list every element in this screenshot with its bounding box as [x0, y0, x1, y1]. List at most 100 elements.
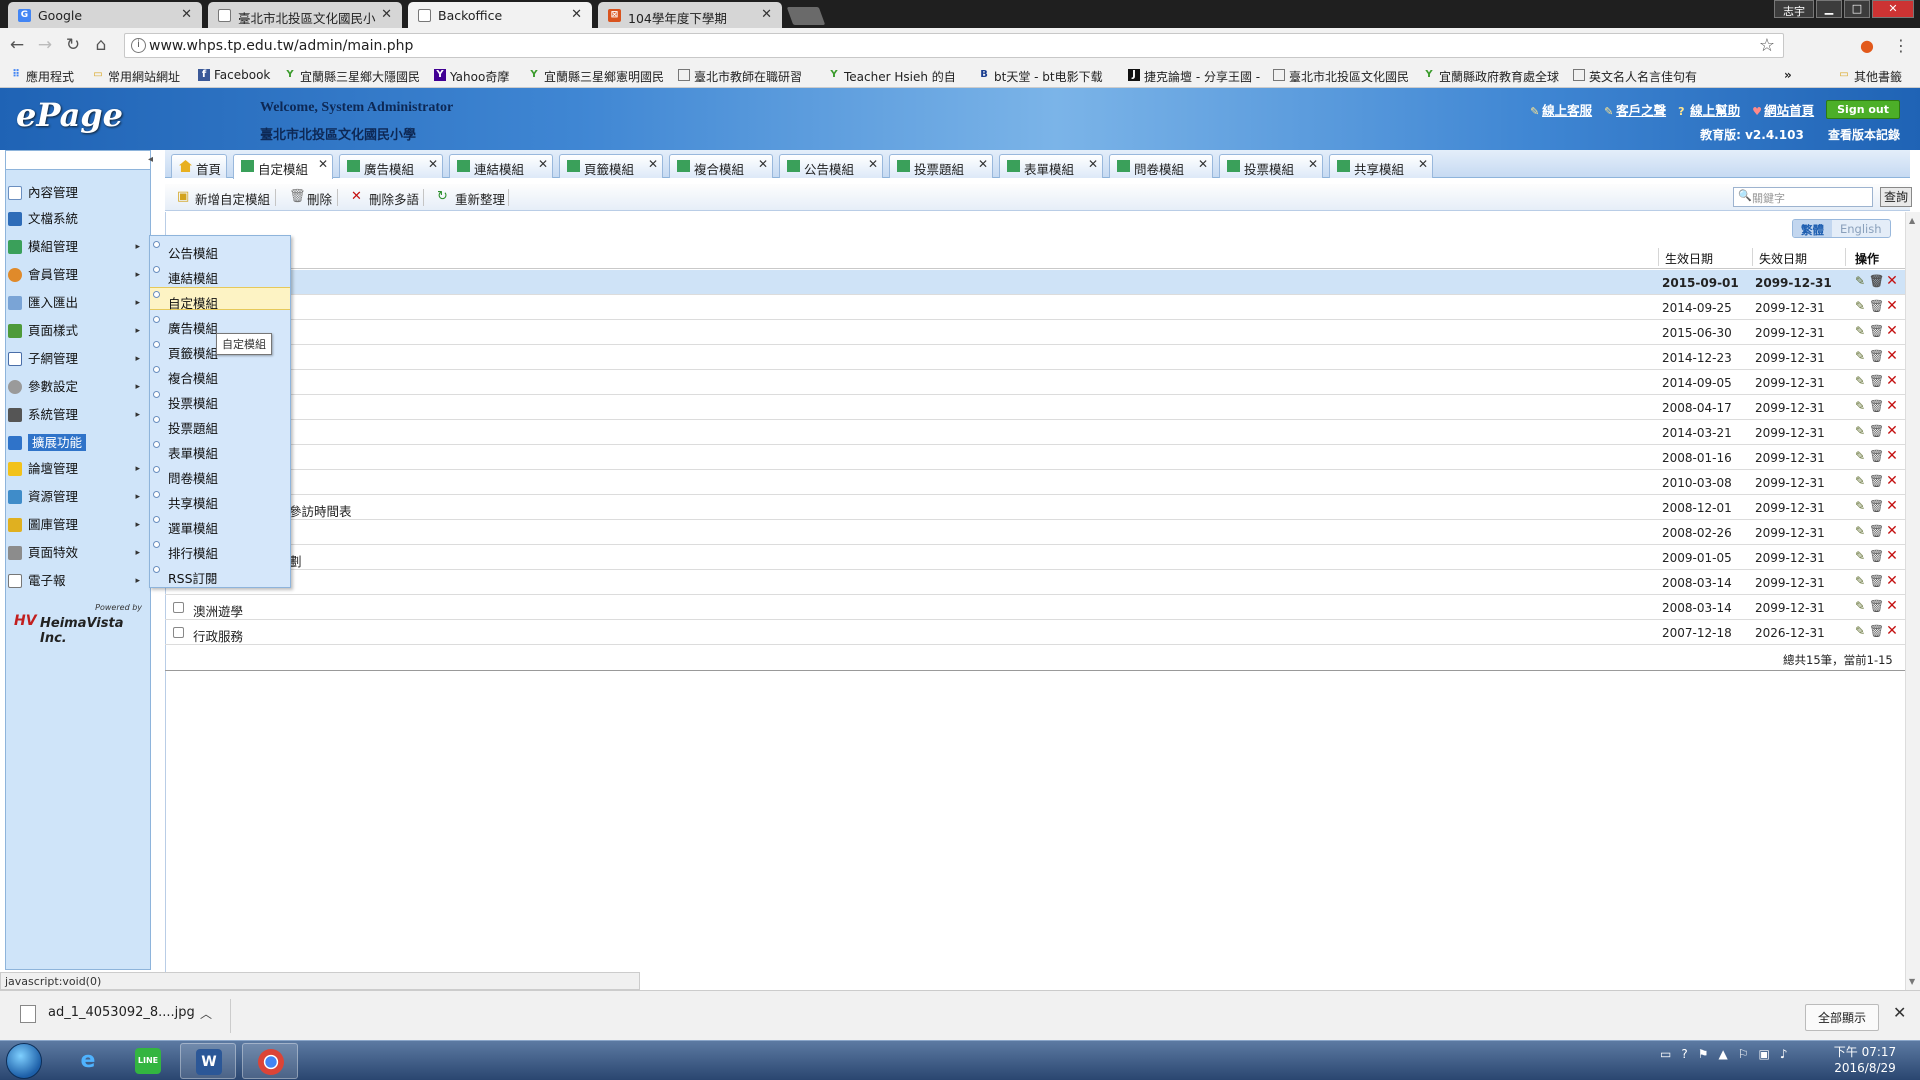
sidebar-item-documents[interactable]: 文檔系統	[8, 208, 142, 230]
tab-announcement-module[interactable]: 公告模組 ✕	[779, 154, 883, 178]
delete-button[interactable]: 🗑 刪除	[289, 189, 332, 208]
close-window-button[interactable]: ✕	[1872, 0, 1914, 18]
bookmark-star-icon[interactable]: ☆	[1759, 35, 1775, 56]
tab-page-module[interactable]: 頁籤模組 ✕	[559, 154, 663, 178]
tab-link-module[interactable]: 連結模組 ✕	[449, 154, 553, 178]
close-icon[interactable]: ✕	[978, 157, 988, 171]
table-row[interactable]: 劃 2009-01-05 2099-12-31 ✎ 🗑 ✕	[165, 545, 1905, 570]
sidebar-item-resources[interactable]: 資源管理 ▸	[8, 486, 142, 508]
trash-icon[interactable]: 🗑	[1869, 524, 1884, 539]
trash-icon[interactable]: 🗑	[1869, 599, 1884, 614]
delete-x-icon[interactable]: ✕	[1885, 399, 1899, 414]
scroll-up-icon[interactable]: ▲	[1909, 216, 1915, 225]
sidebar-item-parameters[interactable]: 參數設定 ▸	[8, 376, 142, 398]
forward-icon[interactable]: →	[34, 34, 56, 56]
submenu-item[interactable]: 選單模組	[150, 513, 290, 536]
keyboard-icon[interactable]: ▭	[1660, 1047, 1671, 1061]
show-hidden-icons-icon[interactable]: ▲	[1718, 1047, 1727, 1061]
more-bookmarks-chevron-icon[interactable]: »	[1784, 68, 1792, 82]
table-row[interactable]: 澳洲遊學 2008-03-14 2099-12-31 ✎ 🗑 ✕	[165, 595, 1905, 620]
edit-icon[interactable]: ✎	[1853, 299, 1867, 314]
edit-icon[interactable]: ✎	[1853, 524, 1867, 539]
submenu-item[interactable]: 表單模組	[150, 438, 290, 461]
sidebar-item-forum[interactable]: 論壇管理 ▸	[8, 458, 142, 480]
delete-x-icon[interactable]: ✕	[1885, 524, 1899, 539]
trash-icon[interactable]: 🗑	[1869, 549, 1884, 564]
delete-x-icon[interactable]: ✕	[1885, 349, 1899, 364]
sidebar-item-newsletter[interactable]: 電子報 ▸	[8, 570, 142, 592]
taskbar-line[interactable]: LINE	[120, 1043, 176, 1079]
network-icon[interactable]: ⚑	[1698, 1047, 1709, 1061]
maximize-button[interactable]: □	[1844, 0, 1870, 18]
browser-tab-school[interactable]: 臺北市北投區文化國民小 ✕	[208, 2, 402, 28]
edit-icon[interactable]: ✎	[1853, 624, 1867, 639]
volume-icon[interactable]: ♪	[1780, 1047, 1788, 1061]
reload-icon[interactable]: ↻	[62, 34, 84, 56]
sidebar-item-page-effects[interactable]: 頁面特效 ▸	[8, 542, 142, 564]
taskbar-word[interactable]: W	[180, 1043, 236, 1079]
bookmark-item[interactable]: Y Yahoo奇摩	[434, 68, 509, 85]
browser-tab-semester[interactable]: ⊠ 104學年度下學期 ✕	[598, 2, 782, 28]
bookmark-item[interactable]: Y 宜蘭縣三星鄉憲明國民	[528, 68, 664, 85]
edit-icon[interactable]: ✎	[1853, 499, 1867, 514]
start-button[interactable]	[6, 1043, 42, 1079]
edit-icon[interactable]: ✎	[1853, 324, 1867, 339]
sidebar-item-extensions[interactable]: 擴展功能	[8, 432, 142, 454]
sidebar-item-members[interactable]: 會員管理 ▸	[8, 264, 142, 286]
edit-icon[interactable]: ✎	[1853, 549, 1867, 564]
edit-icon[interactable]: ✎	[1853, 599, 1867, 614]
close-tab-icon[interactable]: ✕	[571, 7, 582, 22]
home-icon[interactable]: ⌂	[90, 34, 112, 56]
search-button[interactable]: 查詢	[1880, 187, 1912, 207]
taskbar-ie[interactable]: e	[60, 1043, 116, 1079]
trash-icon[interactable]: 🗑	[1869, 399, 1884, 414]
close-icon[interactable]: ✕	[1308, 157, 1318, 171]
sidebar-item-system[interactable]: 系統管理 ▸	[8, 404, 142, 426]
close-icon[interactable]: ✕	[538, 157, 548, 171]
trash-icon[interactable]: 🗑	[1869, 499, 1884, 514]
tab-vote-module[interactable]: 投票模組 ✕	[1219, 154, 1323, 178]
trash-icon[interactable]: 🗑	[1869, 374, 1884, 389]
trash-icon[interactable]: 🗑	[1869, 274, 1884, 289]
download-item[interactable]: ad_1_4053092_8....jpg	[20, 1005, 195, 1023]
bookmark-item[interactable]: 臺北市教師在職研習	[678, 68, 802, 85]
tab-form-module[interactable]: 表單模組 ✕	[999, 154, 1103, 178]
menu-icon[interactable]: ⋮	[1893, 36, 1909, 55]
close-icon[interactable]: ✕	[428, 157, 438, 171]
close-icon[interactable]: ✕	[1088, 157, 1098, 171]
sign-out-button[interactable]: Sign out	[1826, 100, 1900, 119]
version-log-link[interactable]: 查看版本記錄	[1828, 128, 1900, 142]
table-row[interactable]: 2008-03-14 2099-12-31 ✎ 🗑 ✕	[165, 570, 1905, 595]
info-icon[interactable]: i	[131, 38, 146, 53]
submenu-item[interactable]: 共享模組	[150, 488, 290, 511]
close-icon[interactable]: ✕	[648, 157, 658, 171]
close-icon[interactable]: ✕	[1198, 157, 1208, 171]
extension-icon[interactable]: ●	[1860, 36, 1874, 55]
bookmark-item[interactable]: Y 宜蘭縣三星鄉大隱國民	[284, 68, 420, 85]
online-help-link[interactable]: ? 線上幫助	[1678, 100, 1740, 119]
trash-icon[interactable]: 🗑	[1869, 574, 1884, 589]
delete-x-icon[interactable]: ✕	[1885, 374, 1899, 389]
delete-x-icon[interactable]: ✕	[1885, 324, 1899, 339]
edit-icon[interactable]: ✎	[1853, 574, 1867, 589]
delete-x-icon[interactable]: ✕	[1885, 624, 1899, 639]
sidebar-item-content[interactable]: 內容管理	[8, 182, 142, 204]
table-row[interactable]: 2014-09-25 2099-12-31 ✎ 🗑 ✕	[165, 295, 1905, 320]
keyword-search-input[interactable]: 🔍 關鍵字	[1733, 187, 1873, 207]
monitor-icon[interactable]: ▣	[1758, 1047, 1769, 1061]
delete-x-icon[interactable]: ✕	[1885, 424, 1899, 439]
delete-x-icon[interactable]: ✕	[1885, 449, 1899, 464]
bookmark-item[interactable]: ⠿ 應用程式	[10, 68, 74, 85]
delete-x-icon[interactable]: ✕	[1885, 474, 1899, 489]
edit-icon[interactable]: ✎	[1853, 374, 1867, 389]
tab-survey-module[interactable]: 問卷模組 ✕	[1109, 154, 1213, 178]
help-icon[interactable]: ?	[1681, 1047, 1687, 1061]
trash-icon[interactable]: 🗑	[1869, 449, 1884, 464]
table-row[interactable]: 2014-03-21 2099-12-31 ✎ 🗑 ✕	[165, 420, 1905, 445]
row-checkbox[interactable]	[173, 627, 184, 638]
close-icon[interactable]: ✕	[758, 157, 768, 171]
chevron-up-icon[interactable]: ︿	[200, 1005, 212, 1022]
online-service-link[interactable]: ✎ 線上客服	[1530, 100, 1592, 119]
bookmark-item[interactable]: ▭ 常用網站網址	[92, 68, 180, 85]
flag-icon[interactable]: ⚐	[1738, 1047, 1749, 1061]
